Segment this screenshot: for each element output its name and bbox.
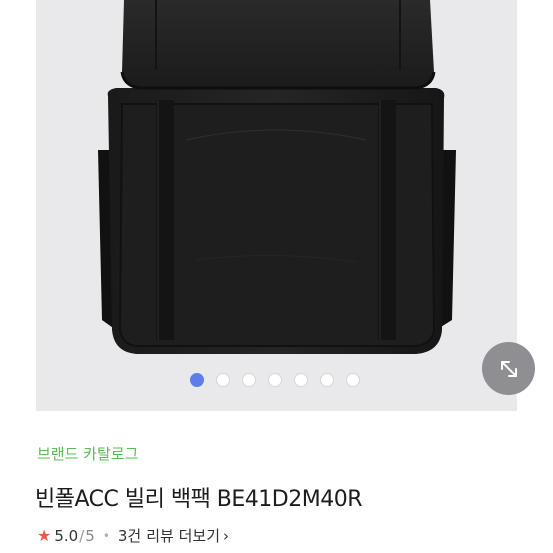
backpack-image[interactable] xyxy=(36,0,517,411)
pagination-dot[interactable] xyxy=(242,373,256,387)
middle-dot-separator: • xyxy=(102,528,110,543)
pagination-dot[interactable] xyxy=(190,373,204,387)
brand-catalog-link[interactable]: 브랜드 카탈로그 xyxy=(37,443,138,464)
pagination-dot[interactable] xyxy=(320,373,334,387)
review-count: 3건 xyxy=(117,527,142,545)
product-image-gallery[interactable] xyxy=(0,0,553,411)
chevron-right-icon: › xyxy=(223,526,230,545)
zoom-button[interactable] xyxy=(482,342,535,395)
star-icon: ★ xyxy=(37,526,52,545)
review-more-link[interactable]: 3건 리뷰 더보기 › xyxy=(118,525,229,546)
rating-separator: / xyxy=(79,526,85,545)
review-more-label: 리뷰 더보기 xyxy=(146,527,221,545)
pagination-dot[interactable] xyxy=(294,373,308,387)
rating-value: 5.0 xyxy=(54,526,79,545)
pagination-dot[interactable] xyxy=(346,373,360,387)
expand-arrows-icon xyxy=(500,360,517,377)
gallery-pagination xyxy=(190,373,360,387)
pagination-dot[interactable] xyxy=(216,373,230,387)
pagination-dot[interactable] xyxy=(268,373,282,387)
product-title: 빈폴ACC 빌리 백팩 BE41D2M40R xyxy=(35,487,363,512)
rating-max: 5 xyxy=(85,526,95,545)
rating-row: ★ 5.0 / 5 • 3건 리뷰 더보기 › xyxy=(37,525,229,546)
